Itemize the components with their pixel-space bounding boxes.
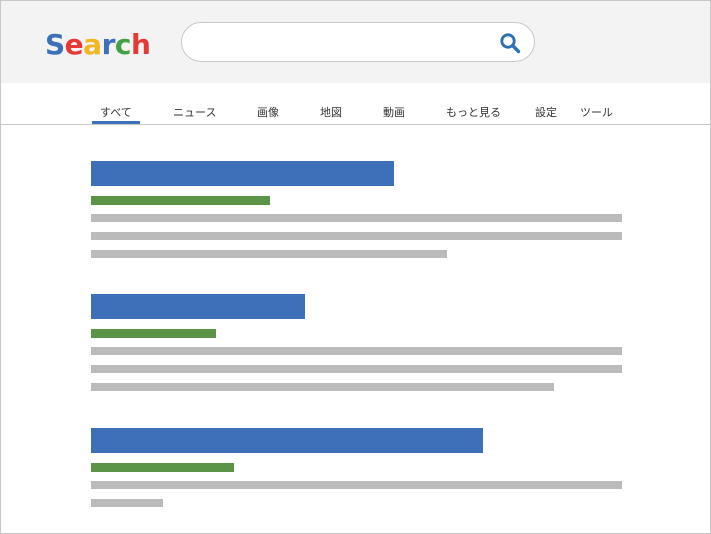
- tab-tools[interactable]: ツール: [580, 104, 613, 120]
- search-box[interactable]: [181, 22, 535, 62]
- result-snippet-line: [91, 347, 622, 355]
- search-icon: [500, 33, 521, 54]
- result-url-placeholder[interactable]: [91, 329, 216, 338]
- logo-letter: e: [64, 28, 84, 61]
- result-title-placeholder[interactable]: [91, 294, 305, 319]
- result-title-placeholder[interactable]: [91, 161, 394, 186]
- tab-news[interactable]: ニュース: [173, 104, 216, 120]
- tab-more[interactable]: もっと見る: [446, 104, 501, 120]
- tab-videos[interactable]: 動画: [383, 104, 405, 120]
- search-header: Search: [1, 1, 710, 83]
- result-title-placeholder[interactable]: [91, 428, 483, 453]
- tab-images[interactable]: 画像: [257, 104, 279, 120]
- result-url-placeholder[interactable]: [91, 196, 270, 205]
- result-snippet-line: [91, 214, 622, 222]
- logo-letter: a: [83, 28, 102, 61]
- logo-letter: c: [114, 28, 132, 61]
- search-tabs: すべて ニュース 画像 地図 動画 もっと見る 設定 ツール: [1, 83, 710, 125]
- search-input[interactable]: [200, 31, 494, 55]
- search-logo[interactable]: Search: [45, 23, 151, 67]
- result-snippet-line: [91, 383, 554, 391]
- result-snippet-line: [91, 481, 622, 489]
- logo-letter: S: [45, 28, 65, 61]
- tab-all[interactable]: すべて: [92, 104, 140, 124]
- result-snippet-line: [91, 499, 163, 507]
- result-url-placeholder[interactable]: [91, 463, 234, 472]
- result-snippet-line: [91, 250, 447, 258]
- logo-letter: r: [101, 28, 116, 61]
- result-snippet-line: [91, 365, 622, 373]
- search-button[interactable]: [498, 31, 522, 55]
- browser-frame: Search すべて ニュース 画像 地図 動画 もっと見る 設定 ツール: [0, 0, 711, 534]
- logo-letter: h: [131, 28, 151, 61]
- result-snippet-line: [91, 232, 622, 240]
- tab-maps[interactable]: 地図: [320, 104, 342, 120]
- tab-settings[interactable]: 設定: [535, 104, 557, 120]
